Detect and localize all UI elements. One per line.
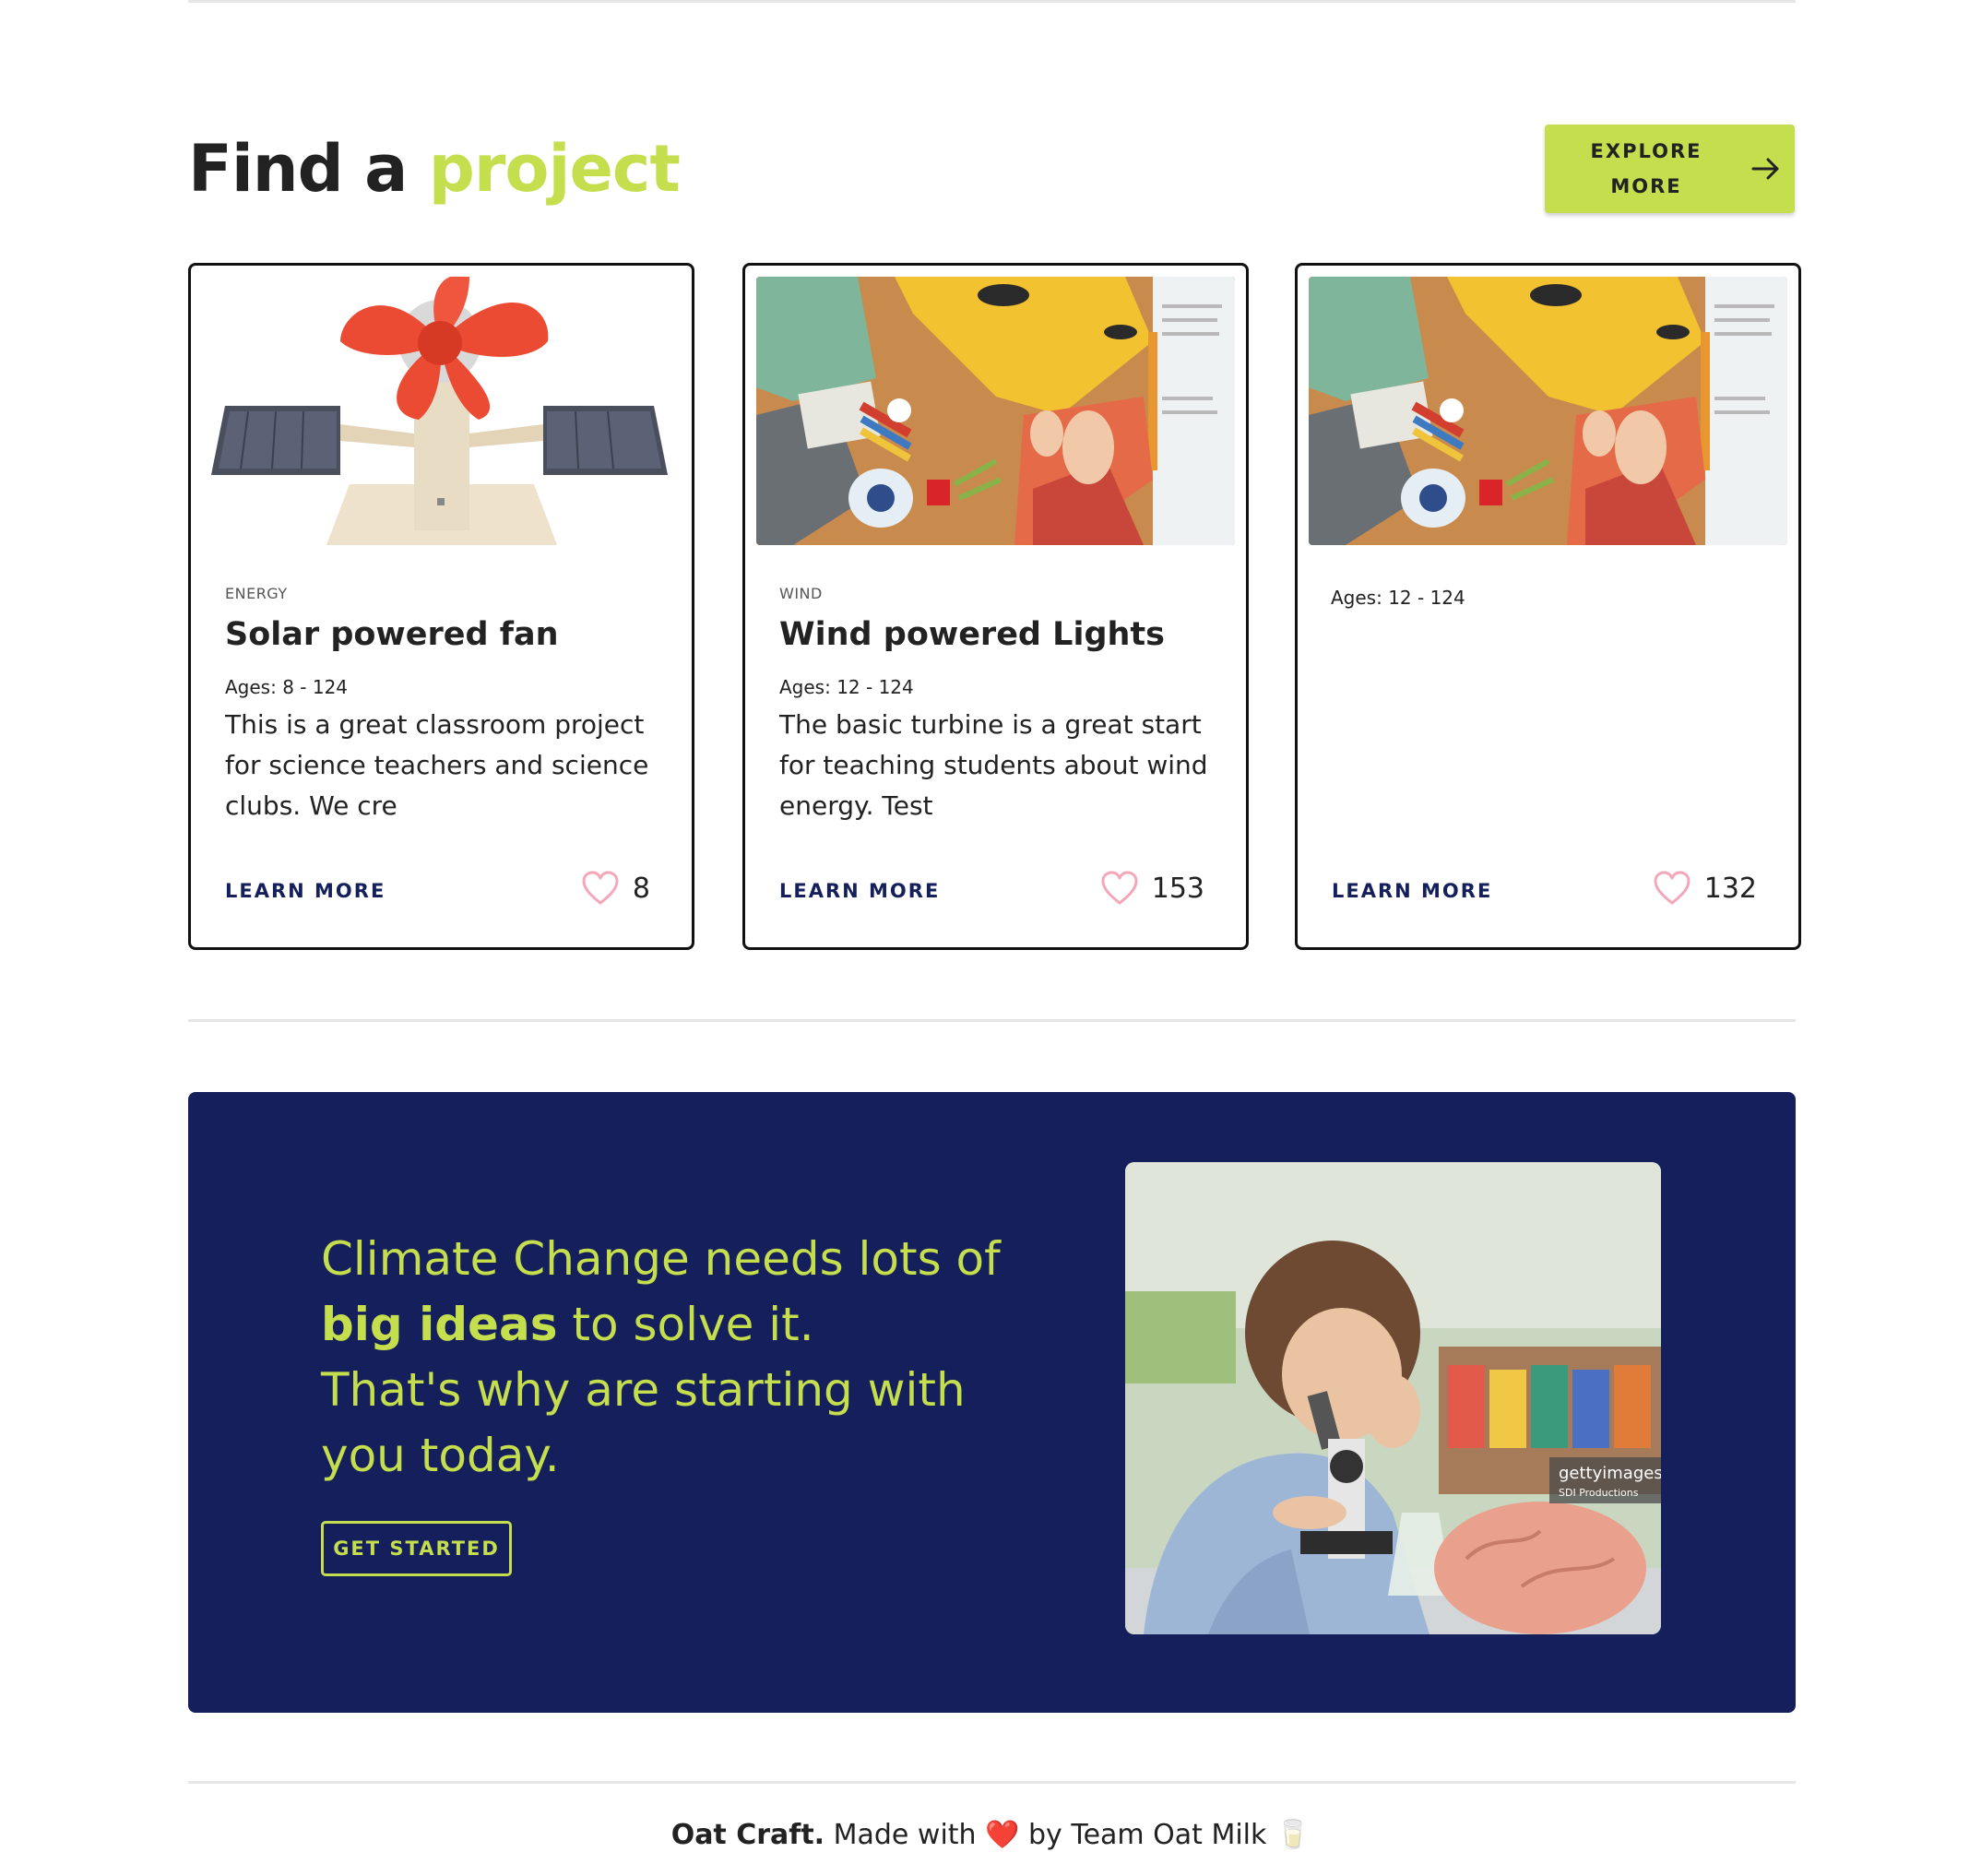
red-heart-icon: ❤️ — [985, 1819, 1020, 1851]
banner-line-2: to solve it. — [557, 1298, 814, 1351]
watermark-brand: gettyimages — [1559, 1464, 1661, 1483]
explore-more-label-2: MORE — [1610, 175, 1682, 197]
heart-icon[interactable] — [1100, 870, 1139, 907]
section-divider — [188, 1019, 1796, 1022]
footer: Oat Craft. Made with ❤️ by Team Oat Milk… — [0, 1819, 1981, 1851]
page-title: Find a project — [188, 131, 681, 207]
project-card-3[interactable]: Ages: 12 - 124 LEARN MORE 132 — [1295, 263, 1801, 950]
watermark-credit: SDI Productions — [1559, 1487, 1639, 1499]
title-accent: project — [428, 131, 681, 207]
card-description: The basic turbine is a great start for t… — [779, 709, 1208, 821]
card-description: This is a great classroom project for sc… — [225, 709, 649, 821]
top-divider — [188, 0, 1796, 3]
like-count: 153 — [1151, 872, 1204, 905]
footer-divider — [188, 1781, 1796, 1784]
like-counter: 153 — [1100, 870, 1204, 907]
footer-brand: Oat Craft. — [670, 1819, 825, 1851]
learn-more-link[interactable]: LEARN MORE — [779, 880, 940, 902]
explore-more-button[interactable]: EXPLORE MORE — [1545, 125, 1795, 213]
card-category: ENERGY — [225, 585, 288, 602]
milk-glass-icon: 🥛 — [1275, 1819, 1311, 1851]
project-image-craft-table — [756, 277, 1235, 545]
project-image-craft-table — [1309, 277, 1787, 545]
banner-line-3: That's why are starting with you today. — [321, 1363, 966, 1482]
banner-message: Climate Change needs lots of big ideas t… — [321, 1227, 1022, 1489]
like-count: 8 — [632, 872, 650, 905]
like-counter: 132 — [1653, 870, 1757, 907]
card-title[interactable]: Wind powered Lights — [779, 616, 1165, 653]
card-title[interactable]: Solar powered fan — [225, 616, 558, 653]
climate-banner: Climate Change needs lots of big ideas t… — [188, 1092, 1796, 1713]
learn-more-link[interactable]: LEARN MORE — [225, 880, 386, 902]
project-image-solar-fan — [202, 277, 681, 545]
footer-made-with: Made with — [824, 1819, 986, 1851]
like-counter: 8 — [581, 870, 650, 907]
heart-icon[interactable] — [1653, 870, 1691, 907]
explore-more-label-1: EXPLORE — [1590, 140, 1702, 162]
banner-photo-microscope: gettyimages SDI Productions — [1125, 1162, 1661, 1634]
like-count: 132 — [1703, 872, 1757, 905]
title-prefix: Find a — [188, 131, 408, 207]
arrow-right-icon — [1751, 158, 1779, 180]
card-ages: Ages: 8 - 124 — [225, 676, 349, 698]
get-started-button[interactable]: GET STARTED — [321, 1521, 512, 1576]
banner-bold-phrase: big ideas — [321, 1298, 558, 1351]
footer-team: by Team Oat Milk — [1019, 1819, 1275, 1851]
card-ages: Ages: 12 - 124 — [779, 676, 914, 698]
banner-line-1: Climate Change needs lots of — [321, 1232, 1001, 1286]
heart-icon[interactable] — [581, 870, 620, 907]
project-card-wind-lights[interactable]: WIND Wind powered Lights Ages: 12 - 124 … — [742, 263, 1249, 950]
project-card-solar-fan[interactable]: ENERGY Solar powered fan Ages: 8 - 124 T… — [188, 263, 694, 950]
card-ages: Ages: 12 - 124 — [1331, 587, 1465, 609]
card-category: WIND — [779, 585, 823, 602]
learn-more-link[interactable]: LEARN MORE — [1332, 880, 1492, 902]
